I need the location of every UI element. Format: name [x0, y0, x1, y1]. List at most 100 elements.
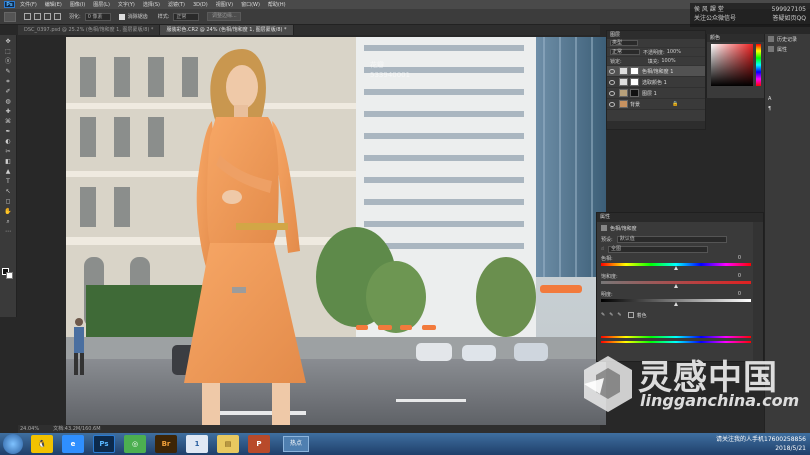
tray-date[interactable]: 2018/5/21 — [716, 444, 806, 453]
blur-tool-icon[interactable]: ◧ — [3, 158, 14, 166]
tool-preset-picker[interactable] — [4, 11, 16, 22]
menu-select[interactable]: 选择(S) — [143, 1, 160, 8]
refine-edge-button[interactable]: 调整边缘... — [207, 12, 242, 21]
color-panel-title: 颜色 — [707, 34, 764, 42]
file-explorer-icon[interactable]: ▤ — [217, 435, 239, 453]
eyedropper-minus-icon[interactable]: ✎ — [617, 312, 621, 318]
hand-tool-icon[interactable]: ✋ — [3, 208, 14, 216]
bridge-icon[interactable]: Br — [155, 435, 177, 453]
brush-tool-icon[interactable]: ✚ — [3, 108, 14, 116]
shape-tool-icon[interactable]: ◻ — [3, 198, 14, 206]
add-selection-icon[interactable] — [34, 13, 41, 20]
menu-image[interactable]: 图像(I) — [70, 1, 85, 8]
antialias-checkbox[interactable] — [118, 13, 125, 20]
menu-filter[interactable]: 滤镜(T) — [168, 1, 185, 8]
path-select-tool-icon[interactable]: ↖ — [3, 188, 14, 196]
preset-row: 预设: 默认值 — [597, 234, 763, 244]
layer-row-layer1[interactable]: 图层 1 — [607, 88, 705, 99]
lightness-value[interactable]: 0 — [738, 291, 741, 297]
menu-help[interactable]: 帮助(H) — [268, 1, 286, 8]
eyedropper-icon[interactable]: ✎ — [601, 312, 605, 318]
saturation-slider-knob[interactable] — [674, 284, 678, 288]
eyedropper-tool-icon[interactable]: ✐ — [3, 88, 14, 96]
zoom-tool-icon[interactable]: ⌕ — [3, 218, 14, 226]
marquee-tool-icon[interactable]: ⬚ — [3, 48, 14, 56]
layer-row-hue-sat[interactable]: 色相/饱和度 1 — [607, 66, 705, 77]
history-panel-button[interactable]: 历史记录 — [765, 34, 810, 44]
menu-3d[interactable]: 3D(D) — [193, 2, 208, 8]
document-photo[interactable] — [66, 37, 606, 425]
properties-subtitle: 色相/饱和度 — [597, 222, 763, 234]
quick-select-tool-icon[interactable]: ✎ — [3, 68, 14, 76]
channel-select[interactable]: 全图 — [608, 245, 709, 253]
menu-view[interactable]: 视图(V) — [216, 1, 233, 8]
layer-mask-thumb[interactable] — [630, 78, 639, 86]
preset-select[interactable]: 默认值 — [616, 235, 727, 243]
doc-tab-2[interactable]: 服装彩色.CR2 @ 24% (色相/饱和度 1, 图层蒙版/8) * — [160, 25, 294, 35]
intersect-selection-icon[interactable] — [54, 13, 61, 20]
media-player-icon[interactable]: 1 — [186, 435, 208, 453]
move-tool-icon[interactable]: ✥ — [3, 38, 14, 46]
eye-icon[interactable] — [609, 90, 615, 96]
hue-strip[interactable] — [756, 44, 761, 86]
chrome-icon[interactable]: ◎ — [124, 435, 146, 453]
saturation-value[interactable]: 0 — [738, 273, 741, 279]
menu-layer[interactable]: 图层(L) — [93, 1, 110, 8]
crop-tool-icon[interactable]: ⌗ — [3, 78, 14, 86]
menu-edit[interactable]: 编辑(E) — [45, 1, 62, 8]
stamp-tool-icon[interactable]: ⌘ — [3, 118, 14, 126]
lasso-tool-icon[interactable]: ⓞ — [3, 58, 14, 66]
paragraph-panel-button[interactable]: ¶ — [765, 104, 810, 114]
fill-value[interactable]: 100% — [661, 58, 675, 64]
start-button[interactable] — [3, 434, 23, 454]
subtract-selection-icon[interactable] — [44, 13, 51, 20]
menu-window[interactable]: 窗口(W) — [241, 1, 260, 8]
more-tools-icon[interactable]: ⋯ — [3, 228, 14, 236]
properties-panel-button[interactable]: 属性 — [765, 44, 810, 54]
photoshop-icon[interactable]: Ps — [93, 435, 115, 453]
layer-mask-thumb[interactable] — [630, 67, 639, 75]
color-field[interactable] — [711, 44, 753, 86]
blend-mode-select[interactable]: 正常 — [610, 49, 640, 55]
feather-input[interactable]: 0 像素 — [84, 12, 111, 21]
layer-row-selective-color[interactable]: 选取颜色 1 — [607, 77, 705, 88]
menu-type[interactable]: 文字(Y) — [118, 1, 135, 8]
eye-icon[interactable] — [609, 79, 615, 85]
eye-icon[interactable] — [609, 68, 615, 74]
channel-row: ☝ 全图 — [597, 244, 763, 254]
dodge-tool-icon[interactable]: ▲ — [3, 168, 14, 176]
healing-tool-icon[interactable]: ◍ — [3, 98, 14, 106]
character-panel-button[interactable]: A — [765, 94, 810, 104]
layer-row-background[interactable]: 背景 🔒 — [607, 99, 705, 110]
watermark-logo: 灵感中国 lingganchina.com — [574, 350, 810, 430]
lightness-slider-row: 明度: 0 — [597, 290, 763, 308]
style-select[interactable]: 正常 — [173, 12, 200, 21]
eye-icon[interactable] — [609, 101, 615, 107]
layer-kind-filter[interactable]: 类型 — [610, 40, 638, 46]
tray-contact: 请关注我的人手机17600258856 — [716, 436, 806, 443]
new-selection-icon[interactable] — [24, 13, 31, 20]
ie-icon[interactable]: e — [62, 435, 84, 453]
eraser-tool-icon[interactable]: ◐ — [3, 138, 14, 146]
eyedropper-plus-icon[interactable]: ✎ — [609, 312, 613, 318]
hue-value[interactable]: 0 — [738, 255, 741, 261]
layer-mask-thumb[interactable] — [630, 89, 639, 97]
menu-file[interactable]: 文件(F) — [20, 1, 37, 8]
gradient-tool-icon[interactable]: ✂ — [3, 148, 14, 156]
opacity-value[interactable]: 100% — [667, 49, 681, 55]
type-tool-icon[interactable]: T — [3, 178, 14, 186]
powerpoint-icon[interactable]: P — [248, 435, 270, 453]
lightness-slider-knob[interactable] — [674, 302, 678, 306]
qq-icon[interactable]: 🐧 — [31, 435, 53, 453]
properties-scrollbar[interactable] — [753, 222, 763, 362]
taskbar-hotspot-button[interactable]: 热点 — [283, 436, 309, 452]
menu-bar: Ps 文件(F) 编辑(E) 图像(I) 图层(L) 文字(Y) 选择(S) 滤… — [0, 0, 810, 9]
feather-label: 羽化: — [69, 14, 81, 20]
hue-slider-knob[interactable] — [674, 266, 678, 270]
colorize-checkbox[interactable] — [627, 312, 634, 318]
hand-target-icon[interactable]: ☝ — [601, 246, 604, 252]
doc-tab-1[interactable]: DSC_0397.psd @ 25.2% (色相/饱和度 1, 图层蒙版/8) … — [18, 25, 161, 35]
history-brush-tool-icon[interactable]: ✒ — [3, 128, 14, 136]
background-color-swatch[interactable] — [6, 272, 13, 279]
zoom-level[interactable]: 24.04% — [20, 425, 39, 433]
